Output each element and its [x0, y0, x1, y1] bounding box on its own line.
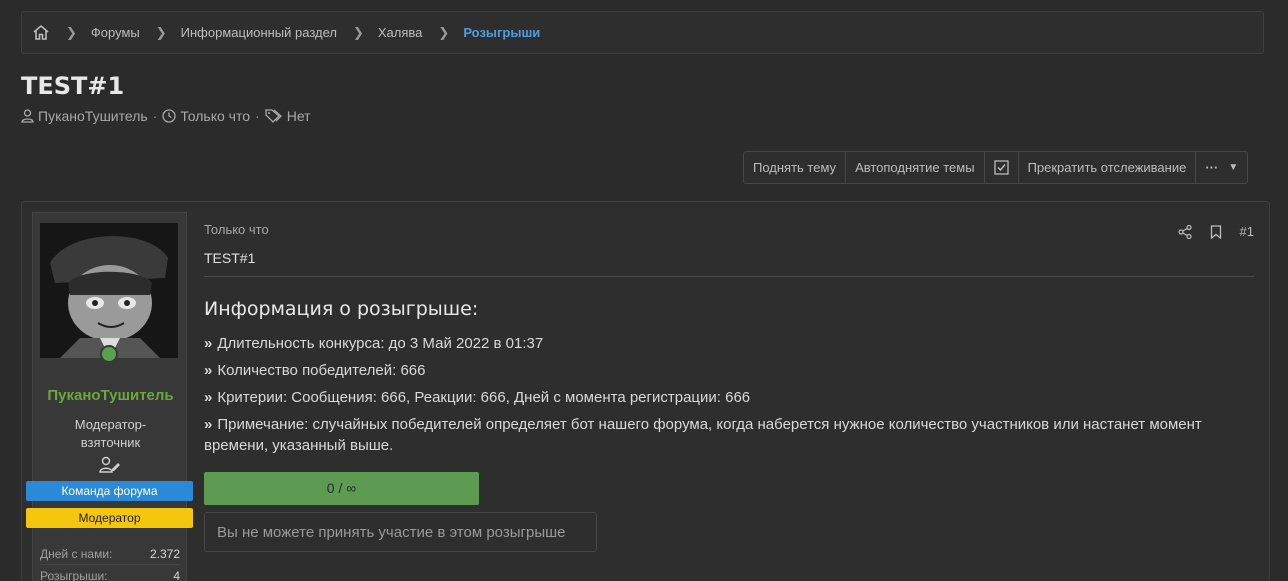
separator: · — [255, 108, 260, 124]
breadcrumb-item-forums[interactable]: ❯ Форумы — [50, 25, 140, 41]
avatar[interactable] — [40, 223, 178, 358]
user-title: Модератор- взяточник — [33, 416, 188, 452]
chevron-down-icon: ▼ — [1228, 162, 1239, 173]
user-stats: Дней с нами: 2.372 Розыгрыши: 4 — [40, 543, 180, 581]
page-title: TEST#1 — [21, 72, 125, 100]
double-chevron-icon: » — [204, 335, 213, 352]
chevron-right-icon: ❯ — [66, 24, 77, 40]
bump-thread-button[interactable]: Поднять тему — [744, 152, 847, 183]
post-time[interactable]: Только что — [204, 222, 269, 237]
user-icon — [21, 109, 34, 123]
thread-actions: Поднять тему Автоподнятие темы Прекратит… — [743, 151, 1249, 184]
breadcrumb-label[interactable]: Халява — [378, 25, 423, 40]
tags-label: Нет — [286, 108, 311, 124]
chevron-right-icon: ❯ — [155, 24, 167, 40]
chevron-right-icon: ❯ — [352, 24, 364, 40]
separator: · — [152, 108, 158, 124]
post-heading: TEST#1 — [204, 250, 1254, 277]
breadcrumb: ❯ Форумы ❯ Информационный раздел ❯ Халяв… — [21, 11, 1264, 54]
unwatch-button[interactable]: Прекратить отслеживание — [1019, 152, 1197, 183]
thread-time[interactable]: Только что — [162, 108, 250, 124]
stat-value: 2.372 — [149, 547, 180, 561]
progress-text: 0 / ∞ — [326, 480, 357, 496]
info-row: » Длительность конкурса: до 3 Май 2022 в … — [204, 333, 1244, 354]
time-label[interactable]: Только что — [180, 108, 250, 124]
clock-icon — [162, 109, 176, 123]
chevron-right-icon: ❯ — [438, 24, 450, 40]
user-title-line: взяточник — [80, 435, 141, 450]
stat-value: 4 — [173, 569, 180, 581]
more-menu-button[interactable]: ··· ▼ — [1196, 152, 1247, 183]
double-chevron-icon: » — [204, 362, 213, 379]
info-text: Количество победителей: 666 — [217, 362, 426, 379]
breadcrumb-item-freebies[interactable]: ❯ Халява — [337, 25, 422, 41]
breadcrumb-item-info[interactable]: ❯ Информационный раздел — [140, 25, 337, 41]
double-chevron-icon: » — [204, 389, 213, 406]
share-icon[interactable] — [1177, 224, 1192, 239]
info-text: Критерии: Сообщения: 666, Реакции: 666, … — [217, 389, 751, 406]
author-name[interactable]: ПуканоТушитель — [38, 108, 148, 124]
giveaway-info-list: » Длительность конкурса: до 3 Май 2022 в … — [204, 333, 1244, 462]
participate-button[interactable]: Вы не можете принять участие в этом розы… — [204, 512, 597, 552]
team-banner: Команда форума — [26, 481, 193, 501]
username[interactable]: ПуканоТушитель — [33, 387, 188, 404]
breadcrumb-item-giveaways[interactable]: ❯ Розыгрыши — [422, 25, 540, 41]
check-square-icon — [993, 160, 1009, 175]
info-row: » Примечание: случайных победителей опред… — [204, 414, 1244, 456]
autobump-button[interactable]: Автоподнятие темы — [846, 152, 985, 183]
post-tools: #1 — [1160, 224, 1254, 239]
moderator-banner: Модератор — [26, 508, 193, 528]
info-row: » Критерии: Сообщения: 666, Реакции: 666,… — [204, 387, 1244, 408]
info-text: Примечание: случайных победителей опреде… — [204, 416, 1202, 454]
stat-row: Розыгрыши: 4 — [40, 564, 180, 581]
user-edit-icon — [99, 456, 121, 476]
info-text: Длительность конкурса: до 3 Май 2022 в 0… — [217, 335, 544, 352]
stat-label: Дней с нами: — [40, 547, 113, 561]
breadcrumb-label[interactable]: Информационный раздел — [181, 25, 337, 40]
home-icon[interactable] — [32, 24, 50, 41]
bookmark-icon[interactable] — [1210, 224, 1222, 239]
thread-tags: Нет — [265, 108, 311, 124]
stat-label: Розыгрыши: — [40, 569, 108, 581]
tags-icon — [265, 109, 282, 123]
user-title-line: Модератор- — [74, 417, 147, 432]
breadcrumb-label[interactable]: Розыгрыши — [463, 25, 540, 40]
post-number-link[interactable]: #1 — [1240, 224, 1254, 239]
double-chevron-icon: » — [204, 416, 213, 433]
online-status-icon — [100, 345, 118, 363]
thread-author[interactable]: ПуканоТушитель — [21, 108, 148, 124]
info-row: » Количество победителей: 666 — [204, 360, 1244, 381]
thread-meta: ПуканоТушитель · Только что · Нет — [21, 108, 311, 124]
breadcrumb-label[interactable]: Форумы — [91, 25, 140, 40]
giveaway-info-title: Информация о розыгрыше: — [204, 298, 479, 320]
post: ПуканоТушитель Модератор- взяточник Кома… — [21, 201, 1270, 581]
more-icon: ··· — [1205, 160, 1219, 175]
stat-row: Дней с нами: 2.372 — [40, 543, 180, 564]
participants-progress: 0 / ∞ — [204, 472, 479, 505]
checkbox-button[interactable] — [985, 152, 1019, 183]
user-cell: ПуканоТушитель Модератор- взяточник Кома… — [26, 212, 193, 581]
